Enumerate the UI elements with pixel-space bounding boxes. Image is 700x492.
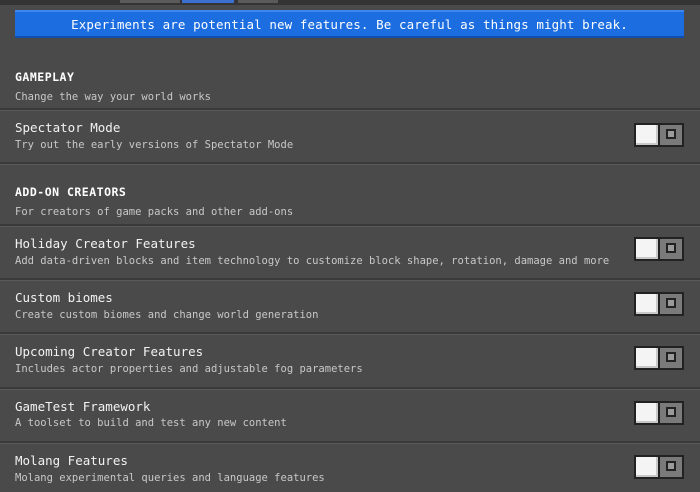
divider bbox=[0, 332, 700, 335]
molang-features-toggle[interactable] bbox=[634, 455, 684, 479]
divider bbox=[0, 162, 700, 165]
banner-text: Experiments are potential new features. … bbox=[71, 16, 628, 32]
toggle-off-icon bbox=[666, 461, 676, 471]
toggle-knob bbox=[636, 239, 660, 259]
row-desc: Add data-driven blocks and item technolo… bbox=[15, 255, 610, 267]
divider bbox=[0, 441, 700, 444]
row-title: Molang Features bbox=[15, 453, 128, 468]
row-desc: A toolset to build and test any new cont… bbox=[15, 417, 287, 429]
row-title: Upcoming Creator Features bbox=[15, 344, 204, 359]
toggle-off-icon bbox=[666, 298, 676, 308]
experiments-warning-banner: Experiments are potential new features. … bbox=[15, 10, 684, 38]
toggle-knob bbox=[636, 403, 660, 423]
section-title-addon-creators: ADD-ON CREATORS bbox=[15, 185, 127, 199]
divider bbox=[0, 108, 700, 111]
upcoming-creator-features-toggle[interactable] bbox=[634, 346, 684, 370]
divider bbox=[0, 387, 700, 390]
row-desc: Try out the early versions of Spectator … bbox=[15, 139, 294, 151]
toggle-off-icon bbox=[666, 243, 676, 253]
custom-biomes-toggle[interactable] bbox=[634, 292, 684, 316]
row-title: Custom biomes bbox=[15, 290, 113, 305]
gametest-framework-toggle[interactable] bbox=[634, 401, 684, 425]
toggle-knob bbox=[636, 348, 660, 368]
top-tab-right bbox=[238, 0, 278, 3]
top-tab-left bbox=[120, 0, 180, 3]
row-title: Spectator Mode bbox=[15, 120, 121, 135]
divider bbox=[0, 224, 700, 227]
toggle-off-icon bbox=[666, 352, 676, 362]
row-title: GameTest Framework bbox=[15, 399, 151, 414]
row-desc: Includes actor properties and adjustable… bbox=[15, 363, 363, 375]
divider bbox=[0, 278, 700, 281]
toggle-off-icon bbox=[666, 129, 676, 139]
row-desc: Molang experimental queries and language… bbox=[15, 472, 325, 484]
toggle-knob bbox=[636, 125, 660, 145]
section-title-gameplay: GAMEPLAY bbox=[15, 70, 75, 84]
holiday-creator-features-toggle[interactable] bbox=[634, 237, 684, 261]
toggle-off-icon bbox=[666, 407, 676, 417]
row-title: Holiday Creator Features bbox=[15, 236, 196, 251]
toggle-knob bbox=[636, 294, 660, 314]
top-tab-active bbox=[182, 0, 234, 3]
toggle-knob bbox=[636, 457, 660, 477]
row-desc: Create custom biomes and change world ge… bbox=[15, 309, 319, 321]
top-strip bbox=[0, 0, 700, 5]
spectator-mode-toggle[interactable] bbox=[634, 123, 684, 147]
section-desc-gameplay: Change the way your world works bbox=[15, 91, 211, 103]
section-desc-addon-creators: For creators of game packs and other add… bbox=[15, 206, 294, 218]
